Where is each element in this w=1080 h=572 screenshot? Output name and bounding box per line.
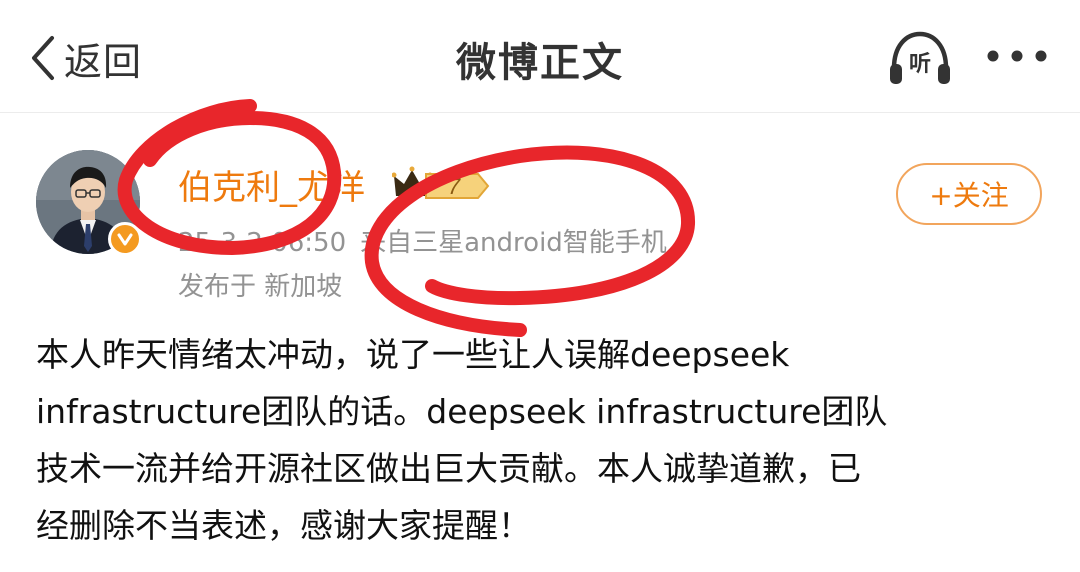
listen-button[interactable]: 听 (886, 28, 954, 90)
follow-button[interactable]: +关注 (896, 163, 1042, 225)
chevron-left-icon (32, 36, 54, 80)
more-dots-icon (987, 50, 1047, 62)
post-text-line: infrastructure团队的话。deepseek infrastructu… (36, 392, 888, 431)
vip-crown-icon[interactable]: 7 (391, 164, 492, 204)
more-button[interactable] (984, 36, 1050, 76)
post-location: 发布于 新加坡 (178, 272, 343, 302)
author-avatar[interactable] (36, 150, 142, 256)
vip-level-text: 7 (448, 174, 461, 199)
post-text-line: 本人昨天情绪太冲动，说了一些让人误解deepseek (36, 335, 790, 374)
top-nav-bar: 返回 微博正文 听 (0, 0, 1080, 113)
post-source: 来自三星android智能手机 (360, 228, 667, 258)
post-meta-line: 25-3-2 06:50 来自三星android智能手机 (178, 222, 667, 259)
post-content: 本人昨天情绪太冲动，说了一些让人误解deepseek infrastructur… (36, 326, 1046, 554)
weibo-post-page: 返回 微博正文 听 伯克利_尤洋 7 25-3-2 06:50 来自三星andr… (0, 0, 1080, 572)
post-time: 25-3-2 06:50 (178, 228, 347, 258)
back-button[interactable]: 返回 (28, 30, 142, 86)
listen-label: 听 (908, 52, 931, 77)
post-text-line: 技术一流并给开源社区做出巨大贡献。本人诚挚道歉，已 (36, 449, 861, 488)
back-label: 返回 (64, 39, 143, 84)
verified-badge-icon (108, 222, 142, 256)
author-name[interactable]: 伯克利_尤洋 (178, 160, 365, 209)
post-text-line: 经删除不当表述，感谢大家提醒！ (36, 506, 531, 545)
